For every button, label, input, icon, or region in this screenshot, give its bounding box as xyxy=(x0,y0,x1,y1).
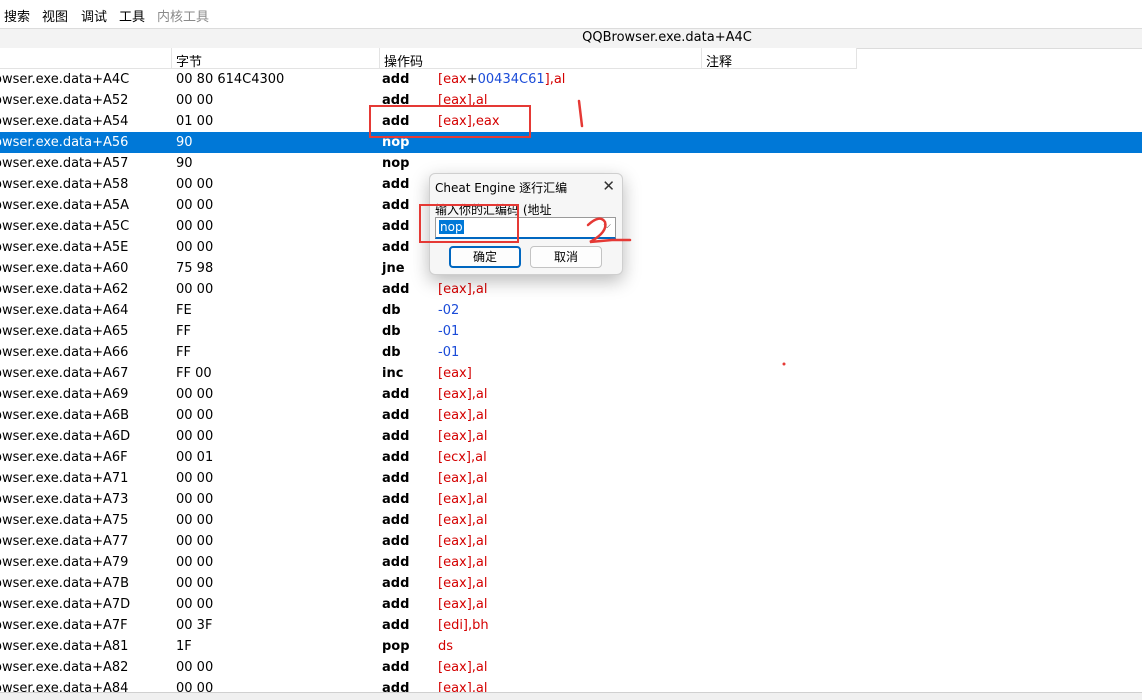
annotation-dot xyxy=(782,362,786,366)
annotation-number-1 xyxy=(577,99,584,128)
annotation-marks xyxy=(577,99,786,366)
annotation-number-2 xyxy=(586,217,632,244)
